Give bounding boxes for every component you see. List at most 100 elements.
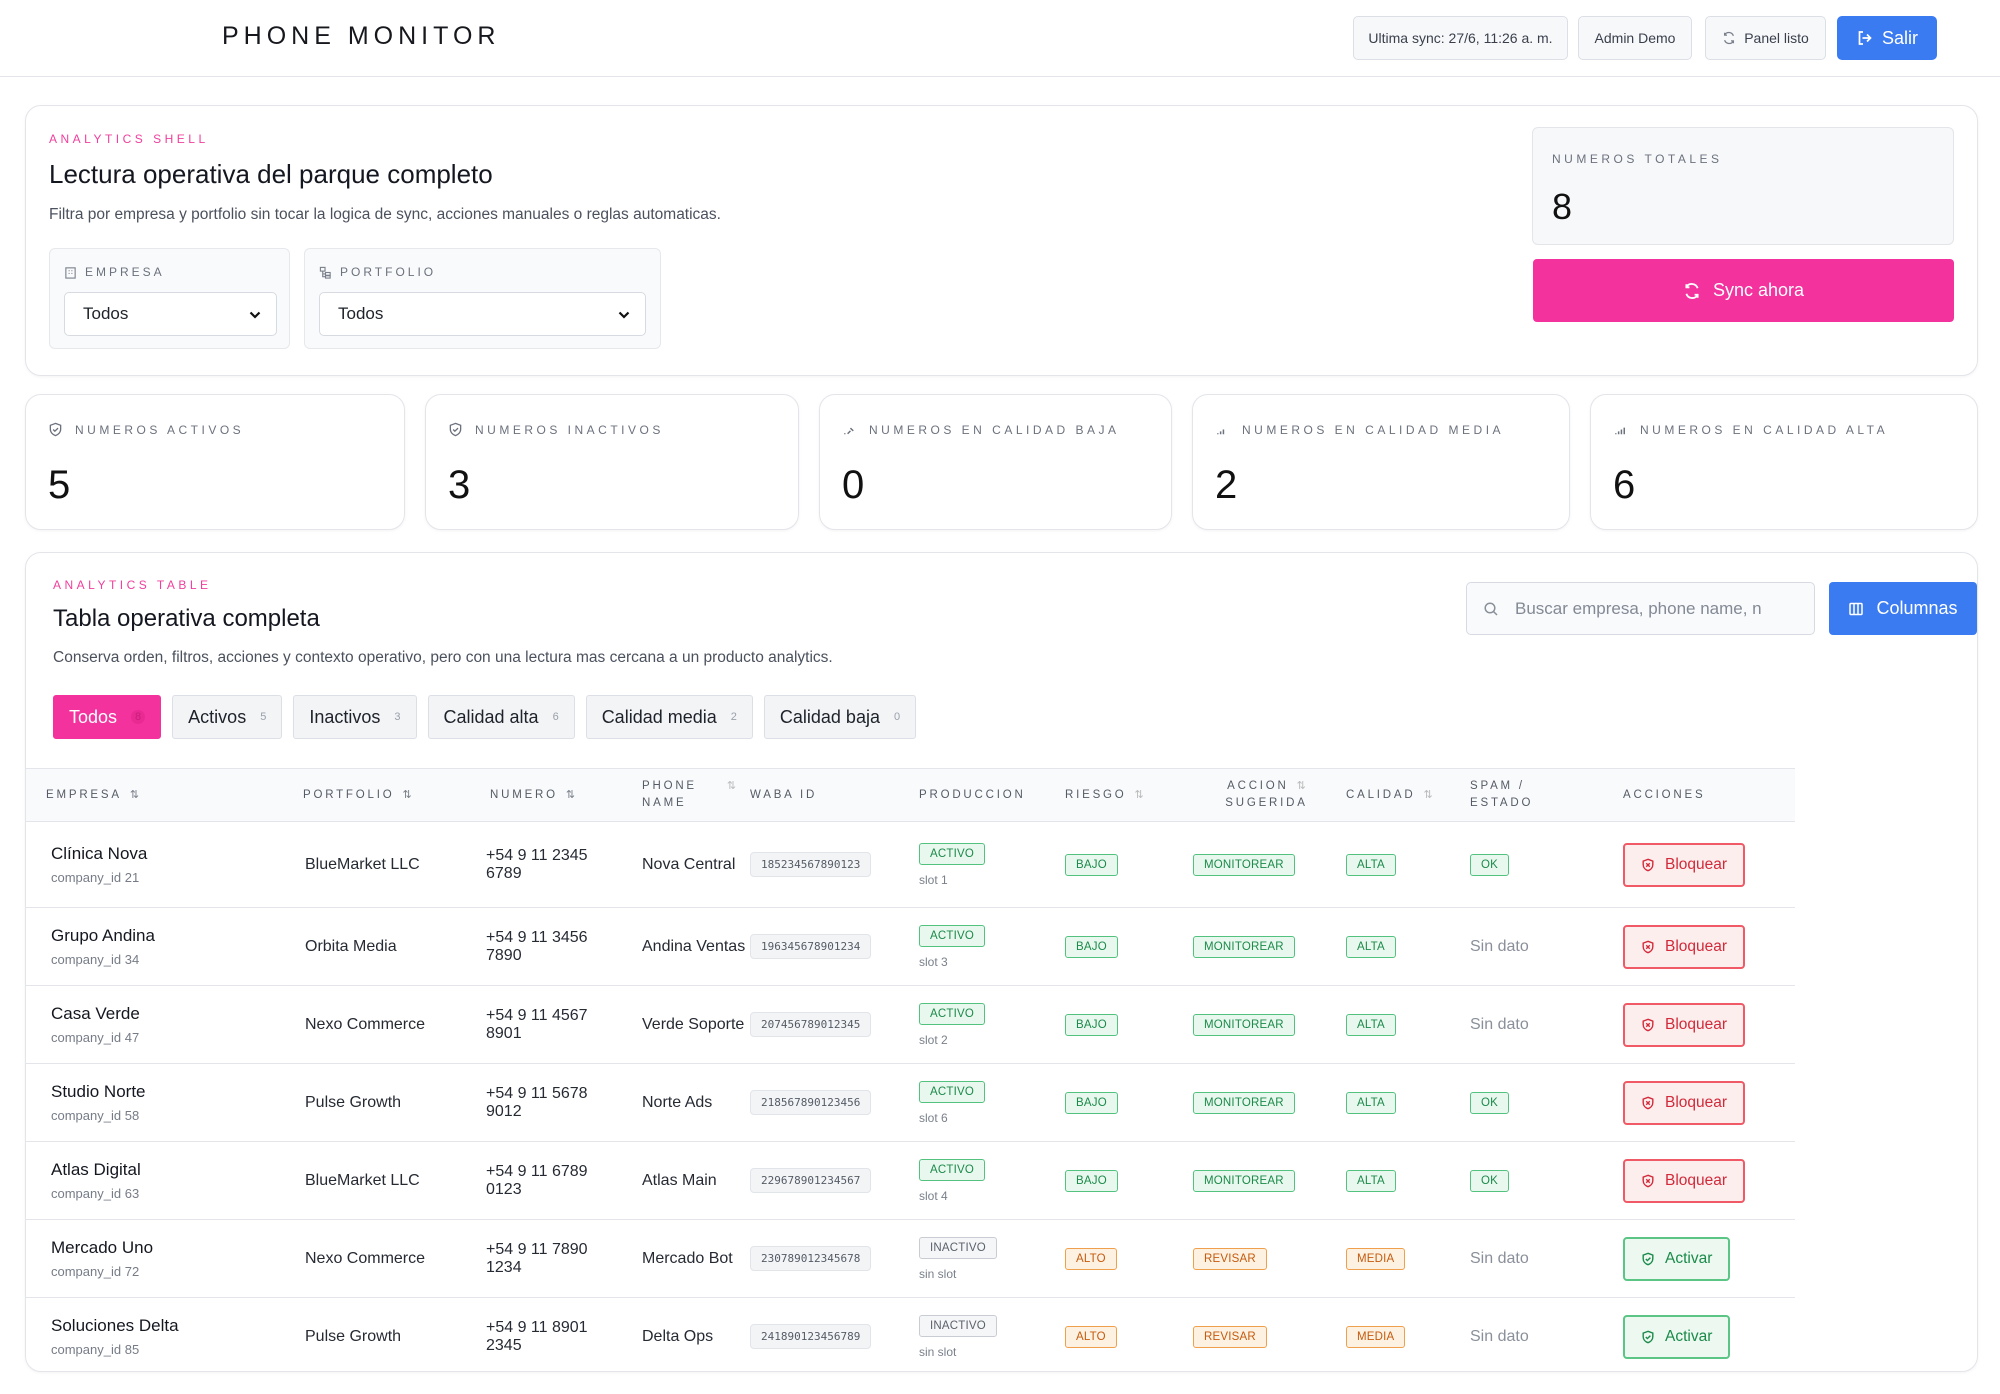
shield-x-icon xyxy=(1642,1018,1654,1031)
empresa-select[interactable]: Todos xyxy=(64,292,277,336)
chip-count: 3 xyxy=(394,711,401,723)
shell-title: Lectura operativa del parque completo xyxy=(49,159,493,189)
cell-waba: 241890123456789 xyxy=(744,1297,912,1371)
spam-text: Sin dato xyxy=(1470,1327,1529,1345)
company-name: Studio Norte xyxy=(51,1082,146,1101)
shield-check-icon xyxy=(1642,1330,1654,1343)
logout-label: Salir xyxy=(1881,27,1918,48)
cell-waba: 185234567890123 xyxy=(744,821,912,908)
accion-badge: MONITOREAR xyxy=(1193,853,1295,876)
block-button[interactable]: Bloquear xyxy=(1623,1080,1746,1125)
chip-todos[interactable]: Todos 8 xyxy=(53,695,162,739)
riesgo-badge: BAJO xyxy=(1065,1013,1118,1036)
stat-label: NUMEROS ACTIVOS xyxy=(48,422,244,437)
block-button[interactable]: Bloquear xyxy=(1623,1158,1746,1203)
chip-calidad-media[interactable]: Calidad media 2 xyxy=(585,695,753,739)
calidad-badge: ALTA xyxy=(1346,853,1396,876)
company-name: Atlas Digital xyxy=(51,1160,141,1179)
stat-label: NUMEROS INACTIVOS xyxy=(448,422,664,437)
block-button[interactable]: Bloquear xyxy=(1623,924,1746,969)
col-header-label: WABA ID xyxy=(750,788,818,801)
accion-badge: MONITOREAR xyxy=(1193,1091,1295,1114)
accion-badge: REVISAR xyxy=(1193,1247,1267,1270)
accion-badge: MONITOREAR xyxy=(1193,1169,1295,1192)
sync-now-button[interactable]: Sync ahora xyxy=(1533,259,1954,322)
col-header-phone-name[interactable]: PHONE ⇅ NAME xyxy=(626,768,744,822)
chip-label: Inactivos xyxy=(309,706,381,727)
slot-text: slot 1 xyxy=(919,872,948,887)
analytics-table-card: ANALYTICS TABLE Tabla operativa completa… xyxy=(25,552,1978,1372)
col-header-label: SUGERIDA xyxy=(1225,797,1308,809)
user-button[interactable]: Admin Demo xyxy=(1578,16,1692,60)
activate-button[interactable]: Activar xyxy=(1623,1236,1731,1281)
company-name: Mercado Uno xyxy=(51,1238,154,1257)
slot-text: sin slot xyxy=(919,1266,957,1281)
stat-label-text: NUMEROS INACTIVOS xyxy=(475,422,664,437)
chip-activos[interactable]: Activos 5 xyxy=(172,695,283,739)
activate-button[interactable]: Activar xyxy=(1623,1314,1731,1359)
total-numbers-value: 8 xyxy=(1552,186,1573,227)
cell-produccion: ACTIVO slot 6 xyxy=(912,1063,1058,1142)
table-row: Mercado Uno company_id 72 Nexo Commerce … xyxy=(26,1219,1795,1298)
cell-accion: REVISAR xyxy=(1182,1297,1339,1371)
cell-calidad: ALTA xyxy=(1339,907,1463,986)
search-input[interactable]: Buscar empresa, phone name, n xyxy=(1466,582,1815,635)
columns-button[interactable]: Columnas xyxy=(1829,582,1977,635)
company-id: company_id 47 xyxy=(51,1030,140,1045)
col-header-produccion: PRODUCCION xyxy=(912,768,1058,822)
col-header-label: PRODUCCION xyxy=(919,788,1026,801)
cell-waba: 196345678901234 xyxy=(744,907,912,986)
col-header-spam: SPAM / ESTADO xyxy=(1463,768,1607,822)
slot-text: slot 4 xyxy=(919,1188,948,1203)
col-header-empresa[interactable]: EMPRESA ⇅ xyxy=(26,768,283,822)
cell-spam: OK xyxy=(1463,1063,1607,1142)
chip-calidad-alta[interactable]: Calidad alta 6 xyxy=(427,695,575,739)
cell-empresa: Clínica Nova company_id 21 xyxy=(26,821,283,908)
chip-calidad-baja[interactable]: Calidad baja 0 xyxy=(763,695,917,739)
action-label: Activar xyxy=(1665,1327,1713,1345)
cell-spam: OK xyxy=(1463,1141,1607,1220)
company-id: company_id 85 xyxy=(51,1342,140,1357)
cell-acciones: Bloquear xyxy=(1607,985,1795,1064)
riesgo-badge: BAJO xyxy=(1065,853,1118,876)
chip-count: 6 xyxy=(552,711,559,723)
col-header-portfolio[interactable]: PORTFOLIO ⇅ xyxy=(283,768,456,822)
cell-portfolio: Nexo Commerce xyxy=(283,1219,456,1298)
cell-spam: Sin dato xyxy=(1463,907,1607,986)
cell-spam: Sin dato xyxy=(1463,1297,1607,1371)
col-header-numero[interactable]: NUMERO ⇅ xyxy=(456,768,626,822)
logout-button[interactable]: Salir xyxy=(1837,16,1937,60)
cell-empresa: Soluciones Delta company_id 85 xyxy=(26,1297,283,1371)
stat-value: 2 xyxy=(1215,463,1238,507)
calidad-badge: ALTA xyxy=(1346,1013,1396,1036)
stat-label-text: NUMEROS EN CALIDAD ALTA xyxy=(1640,422,1889,437)
col-header-accion[interactable]: ACCION ⇅ SUGERIDA xyxy=(1182,768,1339,822)
riesgo-badge: ALTO xyxy=(1065,1247,1117,1270)
riesgo-badge: BAJO xyxy=(1065,1169,1118,1192)
block-button[interactable]: Bloquear xyxy=(1623,842,1746,887)
accion-badge: MONITOREAR xyxy=(1193,1013,1295,1036)
col-header-label: ACCIONES xyxy=(1623,788,1706,801)
produccion-badge: INACTIVO xyxy=(919,1236,997,1259)
stat-card-quality-low: NUMEROS EN CALIDAD BAJA 0 xyxy=(819,394,1172,530)
cell-produccion: INACTIVO sin slot xyxy=(912,1297,1058,1371)
stat-value: 3 xyxy=(448,463,471,507)
col-header-label: ACCION xyxy=(1227,780,1289,792)
block-button[interactable]: Bloquear xyxy=(1623,1002,1746,1047)
stat-card-quality-high: NUMEROS EN CALIDAD ALTA 6 xyxy=(1590,394,1978,530)
cell-riesgo: BAJO xyxy=(1058,1063,1182,1142)
chip-inactivos[interactable]: Inactivos 3 xyxy=(293,695,417,739)
col-header-riesgo[interactable]: RIESGO ⇅ xyxy=(1058,768,1182,822)
stat-label: NUMEROS EN CALIDAD MEDIA xyxy=(1215,422,1504,437)
portfolio-filter-label: PORTFOLIO xyxy=(319,265,436,279)
cell-calidad: ALTA xyxy=(1339,985,1463,1064)
portfolio-select[interactable]: Todos xyxy=(319,292,646,336)
panel-status-button[interactable]: Panel listo xyxy=(1705,16,1826,60)
chip-label: Activos xyxy=(188,706,247,727)
cell-portfolio: Pulse Growth xyxy=(283,1063,456,1142)
cell-phone-name: Andina Ventas xyxy=(626,907,745,986)
columns-label: Columnas xyxy=(1876,598,1958,618)
col-header-calidad[interactable]: CALIDAD ⇅ xyxy=(1339,768,1463,822)
refresh-icon xyxy=(1685,282,1699,299)
slot-text: slot 2 xyxy=(919,1032,948,1047)
